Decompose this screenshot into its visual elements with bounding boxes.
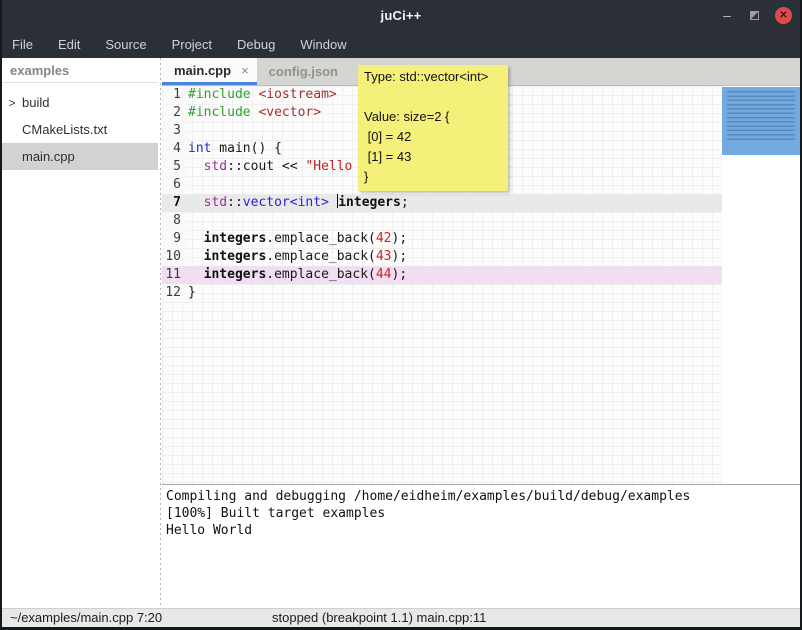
tab-label: main.cpp: [174, 63, 231, 78]
juci-window: juCi++ – ✕ File Edit Source Project Debu…: [0, 0, 802, 630]
line-number[interactable]: 10: [162, 248, 188, 266]
titlebar[interactable]: juCi++ – ✕: [2, 0, 800, 30]
tree-item-build[interactable]: > build: [2, 89, 158, 116]
code-line[interactable]: 7 std::vector<int> integers;: [162, 194, 722, 212]
code-line[interactable]: 11 integers.emplace_back(44);: [162, 266, 722, 284]
line-number[interactable]: 2: [162, 104, 188, 122]
code-line[interactable]: 9 integers.emplace_back(42);: [162, 230, 722, 248]
line-number[interactable]: 12: [162, 284, 188, 302]
code-text: }: [188, 284, 196, 302]
tab-main-cpp[interactable]: main.cpp ×: [162, 58, 257, 85]
output-line: Compiling and debugging /home/eidheim/ex…: [166, 488, 796, 505]
tooltip-line: [364, 87, 502, 107]
minimap[interactable]: [722, 86, 800, 484]
menu-item-edit[interactable]: Edit: [58, 37, 93, 52]
minimap-code: [727, 91, 795, 141]
tree-item-main-cpp[interactable]: main.cpp: [2, 143, 158, 170]
code-text: integers.emplace_back(44);: [188, 266, 407, 284]
line-number[interactable]: 3: [162, 122, 188, 140]
line-number[interactable]: 1: [162, 86, 188, 104]
line-number[interactable]: 7: [162, 194, 188, 212]
code-line[interactable]: 8: [162, 212, 722, 230]
tooltip-line: [0] = 42: [364, 127, 502, 147]
code-text: #include <vector>: [188, 104, 321, 122]
menubar: File Edit Source Project Debug Window: [2, 30, 800, 58]
chevron-right-icon[interactable]: >: [2, 96, 22, 110]
menu-item-debug[interactable]: Debug: [237, 37, 288, 52]
minimize-icon[interactable]: –: [720, 10, 734, 20]
output-line: Hello World: [166, 522, 796, 539]
close-icon[interactable]: ✕: [775, 7, 792, 24]
status-debug-state: stopped (breakpoint 1.1) main.cpp:11: [272, 609, 486, 627]
status-file-position: ~/examples/main.cpp 7:20: [10, 609, 162, 627]
tooltip-line: Type: std::vector<int>: [364, 67, 502, 87]
output-line: [100%] Built target examples: [166, 505, 796, 522]
line-number[interactable]: 4: [162, 140, 188, 158]
file-tree: > build CMakeLists.txt main.cpp: [2, 83, 158, 170]
tree-item-cmakelists[interactable]: CMakeLists.txt: [2, 116, 158, 143]
tooltip-line: Value: size=2 {: [364, 107, 502, 127]
tooltip-line: }: [364, 167, 502, 187]
window-controls: – ✕: [720, 0, 792, 30]
minimap-viewport[interactable]: [722, 87, 800, 155]
tab-close-icon[interactable]: ×: [241, 63, 249, 78]
file-tree-sidebar: examples > build CMakeLists.txt main.cpp: [2, 58, 158, 608]
code-text: integers.emplace_back(43);: [188, 248, 407, 266]
line-number[interactable]: 8: [162, 212, 188, 230]
line-number[interactable]: 9: [162, 230, 188, 248]
code-text: std::vector<int> integers;: [188, 194, 409, 212]
menu-item-project[interactable]: Project: [172, 37, 225, 52]
tooltip-line: [1] = 43: [364, 147, 502, 167]
code-line[interactable]: 10 integers.emplace_back(43);: [162, 248, 722, 266]
menu-item-window[interactable]: Window: [300, 37, 359, 52]
tab-config-json[interactable]: config.json: [257, 58, 350, 85]
project-name-header: examples: [2, 58, 158, 83]
line-number[interactable]: 11: [162, 266, 188, 284]
maximize-icon[interactable]: [750, 11, 759, 20]
build-output-panel[interactable]: Compiling and debugging /home/eidheim/ex…: [162, 485, 800, 608]
menu-item-source[interactable]: Source: [105, 37, 159, 52]
tab-label: config.json: [269, 64, 338, 79]
debug-value-tooltip: Type: std::vector<int>Value: size=2 { [0…: [358, 65, 508, 191]
code-text: integers.emplace_back(42);: [188, 230, 407, 248]
menu-item-file[interactable]: File: [12, 37, 46, 52]
code-line[interactable]: 12}: [162, 284, 722, 302]
statusbar: ~/examples/main.cpp 7:20 stopped (breakp…: [2, 608, 800, 627]
window-title: juCi++: [381, 8, 422, 23]
tree-item-label: CMakeLists.txt: [22, 122, 107, 137]
tree-item-label: main.cpp: [22, 149, 75, 164]
line-number[interactable]: 6: [162, 176, 188, 194]
tree-item-label: build: [22, 95, 49, 110]
code-text: #include <iostream>: [188, 86, 337, 104]
code-text: int main() {: [188, 140, 282, 158]
line-number[interactable]: 5: [162, 158, 188, 176]
